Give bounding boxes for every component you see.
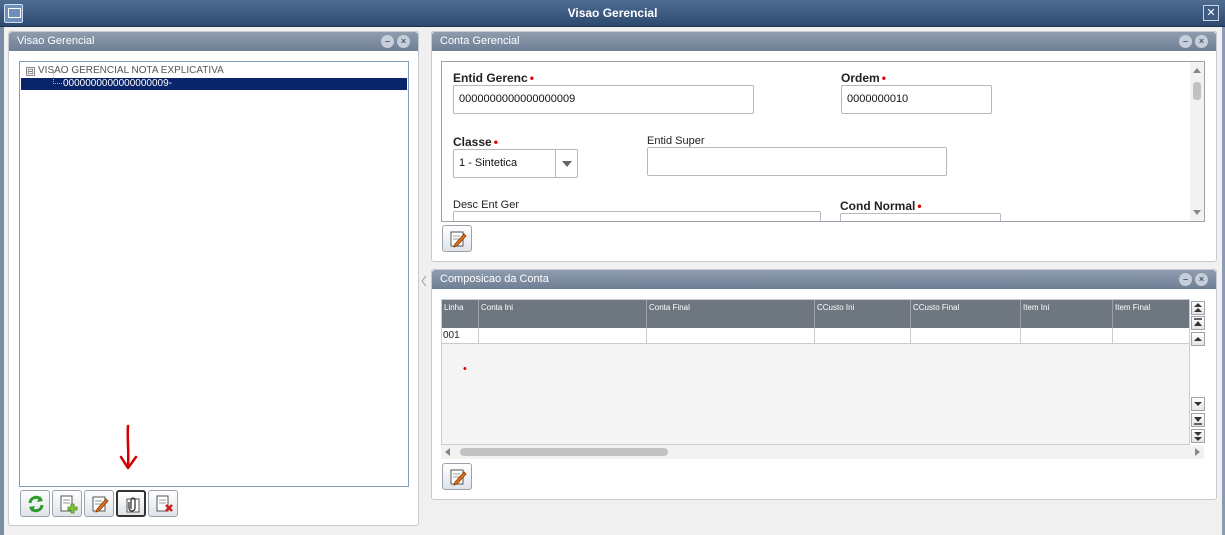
form-area: Entid Gerenc • 0000000000000000009 Ordem •…: [441, 61, 1205, 222]
page-down-icon: [1194, 417, 1202, 425]
desc-ent-ger-field[interactable]: [453, 211, 821, 221]
classe-select[interactable]: 1 - Sintetica: [453, 149, 578, 178]
panel-title: Conta Gerencial: [440, 35, 520, 47]
column-header[interactable]: Conta Final: [647, 300, 815, 328]
refresh-button[interactable]: [20, 490, 50, 517]
delete-button[interactable]: [148, 490, 178, 517]
scroll-up-icon[interactable]: [1193, 68, 1201, 73]
required-marker: •: [493, 135, 498, 149]
close-icon[interactable]: ×: [397, 35, 410, 48]
scroll-down-icon[interactable]: [1193, 210, 1201, 215]
table-cell[interactable]: [647, 328, 815, 344]
chevron-left-icon: [421, 275, 427, 287]
column-header[interactable]: CCusto Final: [911, 300, 1021, 328]
window-title: Visao Gerencial: [567, 6, 658, 20]
scroll-thumb[interactable]: [1193, 82, 1201, 100]
splitter-handle[interactable]: [421, 275, 427, 287]
panel-header: Composicao da Conta – ×: [432, 270, 1216, 289]
edit-button[interactable]: [84, 490, 114, 517]
panel-header: Conta Gerencial – ×: [432, 32, 1216, 51]
edit-icon: [450, 231, 467, 248]
table-cell[interactable]: [479, 328, 647, 344]
required-marker: •: [529, 71, 534, 85]
add-document-icon: [60, 495, 78, 514]
edit-icon: [450, 469, 467, 486]
classe-select-value: 1 - Sintetica: [459, 157, 518, 169]
down-icon: [1194, 402, 1202, 406]
refresh-icon: [28, 495, 44, 513]
column-header[interactable]: Conta Ini: [479, 300, 647, 328]
column-header[interactable]: Item Ini: [1021, 300, 1113, 328]
cond-normal-select[interactable]: [840, 213, 1001, 221]
composicao-edit-button[interactable]: [442, 463, 472, 490]
desc-ent-ger-label: Desc Ent Ger: [453, 199, 520, 211]
chevron-down-icon[interactable]: [555, 150, 577, 177]
attach-icon: [126, 497, 140, 513]
page-up-button[interactable]: [1191, 316, 1205, 330]
page-up-icon: [1194, 318, 1202, 326]
tree-node-root-label: VISAO GERENCIAL NOTA EXPLICATIVA: [38, 65, 224, 76]
edit-icon: [92, 496, 109, 513]
double-down-icon: [1194, 432, 1202, 441]
table-cell[interactable]: [815, 328, 911, 344]
window-titlebar: Visao Gerencial ✕: [0, 0, 1225, 27]
close-icon[interactable]: ×: [1195, 35, 1208, 48]
classe-label: Classe •: [453, 135, 498, 149]
table-cell[interactable]: [1021, 328, 1113, 344]
row-up-button[interactable]: [1191, 332, 1205, 346]
table-cell[interactable]: 001: [442, 328, 479, 344]
row-down-button[interactable]: [1191, 397, 1205, 411]
form-scrollbar[interactable]: [1190, 62, 1204, 221]
column-header[interactable]: Linha: [442, 300, 479, 328]
delete-document-icon: [156, 495, 173, 512]
entid-gerenc-field[interactable]: 0000000000000000009: [453, 85, 754, 114]
up-icon: [1194, 337, 1202, 341]
first-row-button[interactable]: [1191, 301, 1205, 315]
composicao-grid[interactable]: Linha Conta Ini Conta Final CCusto Ini C…: [441, 299, 1190, 445]
entid-gerenc-label: Entid Gerenc •: [453, 71, 534, 85]
panel-title: Composicao da Conta: [440, 273, 549, 285]
entid-super-label: Entid Super: [647, 135, 705, 147]
annotation-arrow-icon: [119, 424, 138, 470]
required-marker: •: [881, 71, 886, 85]
required-marker: •: [463, 363, 467, 375]
minimize-icon[interactable]: –: [1179, 273, 1192, 286]
conta-edit-button[interactable]: [442, 225, 472, 252]
scroll-thumb[interactable]: [460, 448, 668, 456]
scroll-left-icon[interactable]: [444, 448, 452, 456]
table-row[interactable]: 001: [442, 328, 1189, 344]
grid-header: Linha Conta Ini Conta Final CCusto Ini C…: [442, 300, 1189, 328]
cond-normal-label: Cond Normal •: [840, 199, 922, 213]
last-row-button[interactable]: [1191, 429, 1205, 443]
tree-node-selected[interactable]: 0000000000000000009-: [21, 72, 407, 90]
collapse-icon[interactable]: ⊟: [26, 67, 35, 76]
minimize-icon[interactable]: –: [381, 35, 394, 48]
entid-super-field[interactable]: [647, 147, 947, 176]
scroll-right-icon[interactable]: [1193, 448, 1201, 456]
column-header[interactable]: CCusto Ini: [815, 300, 911, 328]
double-up-icon: [1194, 303, 1202, 312]
minimize-icon[interactable]: –: [1179, 35, 1192, 48]
table-cell[interactable]: [911, 328, 1021, 344]
table-cell[interactable]: [1113, 328, 1189, 344]
ordem-field[interactable]: 0000000010: [841, 85, 992, 114]
window-left-border: [0, 27, 4, 535]
required-marker: •: [917, 199, 922, 213]
panel-title: Visao Gerencial: [17, 35, 95, 47]
column-header[interactable]: Item Final: [1113, 300, 1189, 328]
ordem-label: Ordem •: [841, 71, 886, 85]
page-down-button[interactable]: [1191, 413, 1205, 427]
grid-horizontal-scrollbar[interactable]: [441, 445, 1204, 459]
panel-header: Visao Gerencial – ×: [9, 32, 418, 51]
attach-button[interactable]: [116, 490, 146, 517]
tree-view[interactable]: ⊟ VISAO GERENCIAL NOTA EXPLICATIVA 000000…: [19, 61, 409, 487]
add-button[interactable]: [52, 490, 82, 517]
window-close-button[interactable]: ✕: [1203, 5, 1219, 21]
close-icon[interactable]: ×: [1195, 273, 1208, 286]
